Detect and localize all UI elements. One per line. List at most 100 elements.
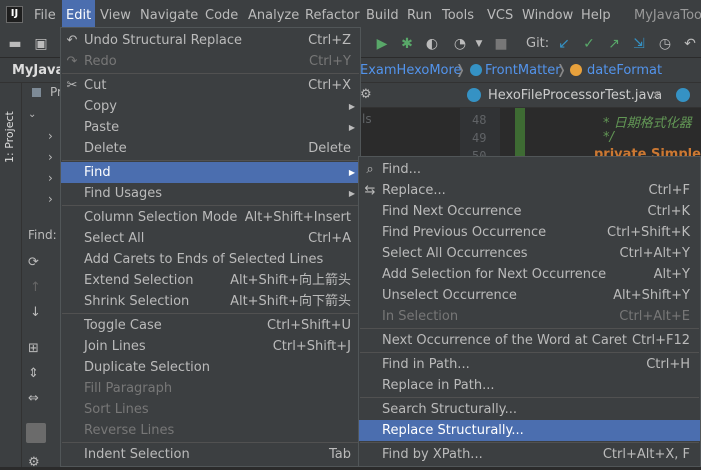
menu-window[interactable]: Window <box>522 0 573 31</box>
chevron-right-icon[interactable]: › <box>48 150 53 164</box>
crumb-inner-class[interactable]: FrontMatter <box>485 58 561 83</box>
chevron-right-icon[interactable]: › <box>48 129 53 143</box>
project-tool-tab[interactable]: 1: Project <box>3 93 19 163</box>
find-menu-item-add-selection-for-next-occurrence[interactable]: Add Selection for Next Occurrence Alt+Y <box>359 264 700 285</box>
menu-separator <box>62 73 359 74</box>
edit-menu-item-undo-structural-replace[interactable]: ↶ Undo Structural Replace Ctrl+Z <box>61 30 360 51</box>
menu-item-label: Sort Lines <box>84 402 149 417</box>
menu-vcs[interactable]: VCS <box>487 0 513 31</box>
find-menu-item-replace-structurally[interactable]: Replace Structurally... <box>359 420 700 441</box>
merge-icon[interactable]: ⇲ <box>630 35 648 53</box>
gear-icon[interactable]: ⚙ <box>28 455 40 470</box>
git-label: Git: <box>526 36 550 51</box>
undo-icon: ↶ <box>66 33 78 48</box>
edit-menu-item-fill-paragraph[interactable]: Fill Paragraph <box>61 378 360 399</box>
profile-icon[interactable]: ◔ <box>451 35 469 53</box>
menu-build[interactable]: Build <box>366 0 399 31</box>
edit-menu-item-select-all[interactable]: Select All Ctrl+A <box>61 228 360 249</box>
code-line[interactable]: */ <box>603 130 614 145</box>
chevron-right-icon[interactable]: › <box>48 192 53 206</box>
find-menu-item-find[interactable]: ⌕ Find... <box>359 159 700 180</box>
chevron-down-icon[interactable]: ⌄ <box>28 109 36 120</box>
commit-icon[interactable]: ✓ <box>580 35 598 53</box>
project-crumb[interactable]: MyJava <box>12 58 64 83</box>
find-menu-item-search-structurally[interactable]: Search Structurally... <box>359 399 700 420</box>
chevron-right-icon[interactable]: › <box>48 171 53 185</box>
search-icon: ⌕ <box>366 162 374 177</box>
push-icon[interactable]: ↗ <box>605 35 623 53</box>
menu-help[interactable]: Help <box>581 0 611 31</box>
submenu-arrow-icon: ▶ <box>348 102 355 111</box>
save-icon[interactable]: ▣ <box>32 35 50 53</box>
menu-item-shortcut: Ctrl+X <box>308 78 351 93</box>
crumb-separator-icon: ❭ <box>455 63 466 78</box>
stop-icon[interactable]: ■ <box>492 35 510 53</box>
arrow-up-icon[interactable]: ↑ <box>30 280 41 295</box>
field-icon <box>570 64 582 76</box>
menu-tools[interactable]: Tools <box>442 0 474 31</box>
arrow-down-icon[interactable]: ↓ <box>30 305 41 320</box>
menu-item-label: Copy <box>84 99 117 114</box>
menu-separator <box>360 442 699 443</box>
menu-run[interactable]: Run <box>407 0 432 31</box>
edit-menu-item-duplicate-selection[interactable]: Duplicate Selection <box>61 357 360 378</box>
edit-menu-item-indent-selection[interactable]: Indent Selection Tab <box>61 444 360 465</box>
edit-menu-item-delete[interactable]: Delete Delete <box>61 138 360 159</box>
menu-item-label: Reverse Lines <box>84 423 175 438</box>
menu-item-shortcut: Ctrl+Shift+U <box>267 318 351 333</box>
edit-menu-item-cut[interactable]: ✂ Cut Ctrl+X <box>61 75 360 96</box>
menu-file[interactable]: File <box>34 0 56 31</box>
find-menu-item-next-occurrence-of-the-word-at-caret[interactable]: Next Occurrence of the Word at Caret Ctrl… <box>359 330 700 351</box>
settings-icon[interactable]: ⚙ <box>360 87 372 102</box>
code-line[interactable]: * 日期格式化器 <box>603 112 692 131</box>
close-icon[interactable]: × <box>651 83 662 108</box>
find-menu-item-find-by-xpath[interactable]: Find by XPath... Ctrl+Alt+X, F <box>359 444 700 465</box>
preview-toggle-icon[interactable] <box>26 423 46 443</box>
submenu-arrow-icon: ▶ <box>348 168 355 177</box>
editor-tab-label[interactable]: HexoFileProcessorTest.java <box>488 83 662 108</box>
menu-item-label: Column Selection Mode <box>84 210 238 225</box>
edit-menu-item-join-lines[interactable]: Join Lines Ctrl+Shift+J <box>61 336 360 357</box>
edit-menu-item-shrink-selection[interactable]: Shrink Selection Alt+Shift+向下箭头 <box>61 291 360 312</box>
rollback-icon[interactable]: ↶ <box>681 35 699 53</box>
class-icon <box>470 64 482 76</box>
find-menu-item-unselect-occurrence[interactable]: Unselect Occurrence Alt+Shift+Y <box>359 285 700 306</box>
rerun-icon[interactable]: ⟳ <box>28 255 39 270</box>
menu-item-label: Add Carets to Ends of Selected Lines <box>84 252 324 267</box>
find-panel-label: Find: <box>28 228 57 242</box>
edit-menu-item-sort-lines[interactable]: Sort Lines <box>61 399 360 420</box>
find-menu-item-find-next-occurrence[interactable]: Find Next Occurrence Ctrl+K <box>359 201 700 222</box>
collapse-all-icon[interactable]: ⇔ <box>28 391 39 406</box>
edit-menu-item-find[interactable]: Find ▶ <box>61 162 360 183</box>
group-icon[interactable]: ⊞ <box>28 341 39 356</box>
crumb-field[interactable]: dateFormat <box>587 58 662 83</box>
find-menu-item-replace-in-path[interactable]: Replace in Path... <box>359 375 700 396</box>
edit-menu-item-find-usages[interactable]: Find Usages ▶ <box>61 183 360 204</box>
history-icon[interactable]: ◷ <box>656 35 674 53</box>
edit-menu-item-column-selection-mode[interactable]: Column Selection Mode Alt+Shift+Insert <box>61 207 360 228</box>
edit-menu-item-copy[interactable]: Copy ▶ <box>61 96 360 117</box>
crumb-class[interactable]: ExamHexoMore <box>360 58 462 83</box>
coverage-icon[interactable]: ◐ <box>423 35 441 53</box>
find-menu-item-select-all-occurrences[interactable]: Select All Occurrences Ctrl+Alt+Y <box>359 243 700 264</box>
edit-menu-item-paste[interactable]: Paste ▶ <box>61 117 360 138</box>
edit-menu-item-extend-selection[interactable]: Extend Selection Alt+Shift+向上箭头 <box>61 270 360 291</box>
chevron-down-icon[interactable]: ▼ <box>470 35 488 53</box>
open-folder-icon[interactable]: ▬ <box>6 35 24 53</box>
menu-item-label: Find... <box>382 162 422 177</box>
expand-all-icon[interactable]: ⇕ <box>28 366 39 381</box>
find-menu-item-find-in-path[interactable]: Find in Path... Ctrl+H <box>359 354 700 375</box>
run-icon[interactable]: ▶ <box>373 35 391 53</box>
scissors-icon: ✂ <box>66 78 78 93</box>
edit-menu-item-toggle-case[interactable]: Toggle Case Ctrl+Shift+U <box>61 315 360 336</box>
edit-menu-item-add-carets-to-ends-of-selected-lines[interactable]: Add Carets to Ends of Selected Lines <box>61 249 360 270</box>
line-number: 49 <box>472 131 487 145</box>
menu-item-shortcut: Alt+Shift+Y <box>613 288 690 303</box>
find-menu-item-replace[interactable]: ⇆ Replace... Ctrl+F <box>359 180 700 201</box>
find-menu-item-in-selection[interactable]: In Selection Ctrl+Alt+E <box>359 306 700 327</box>
find-menu-item-find-previous-occurrence[interactable]: Find Previous Occurrence Ctrl+Shift+K <box>359 222 700 243</box>
edit-menu-item-redo[interactable]: ↷ Redo Ctrl+Y <box>61 51 360 72</box>
update-project-icon[interactable]: ↙ <box>555 35 573 53</box>
debug-icon[interactable]: ✱ <box>398 35 416 53</box>
edit-menu-item-reverse-lines[interactable]: Reverse Lines <box>61 420 360 441</box>
